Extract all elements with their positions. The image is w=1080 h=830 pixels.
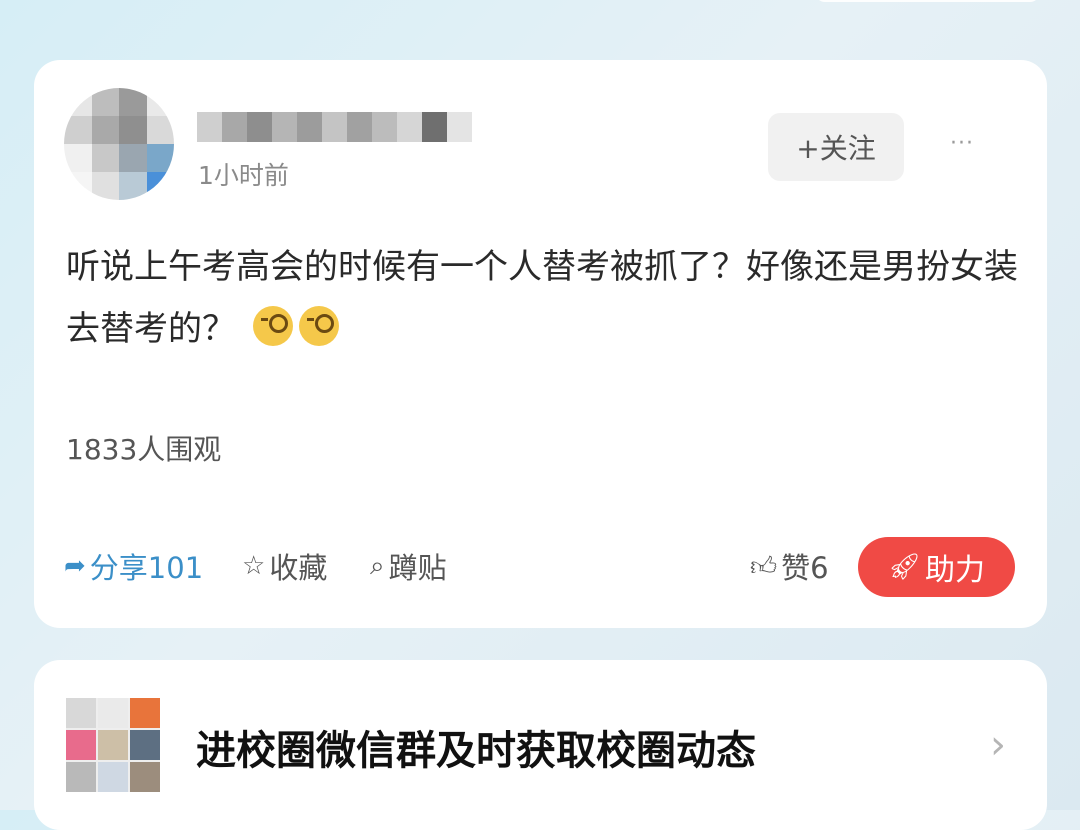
banner-title: 进校圈微信群及时获取校圈动态: [196, 728, 756, 774]
monocle-face-icon: [298, 306, 339, 346]
follow-button[interactable]: +关注: [768, 113, 904, 181]
share-label: 分享101: [89, 551, 204, 585]
rocket-icon: 🚀︎: [887, 552, 921, 582]
share-button[interactable]: ➦ 分享101: [64, 545, 203, 587]
favorite-label: 收藏: [269, 551, 328, 585]
squat-icon: ⌕: [370, 550, 385, 581]
avatar[interactable]: [64, 88, 174, 200]
view-count: 1833人围观: [66, 433, 222, 466]
thumbs-up-icon: 👍︎: [750, 551, 778, 582]
share-arrow-icon: ➦: [64, 551, 86, 581]
chevron-right-icon: ›: [990, 722, 1006, 768]
username-blurred[interactable]: [197, 112, 472, 142]
squat-button[interactable]: ⌕ 蹲贴: [370, 545, 447, 587]
boost-button[interactable]: 🚀︎ 助力: [858, 537, 1015, 597]
boost-label: 助力: [925, 553, 985, 588]
post-body: 听说上午考高会的时候有一个人替考被抓了？好像还是男扮女装去替考的？: [66, 236, 1026, 360]
post-timestamp: 1小时前: [198, 161, 289, 190]
favorite-button[interactable]: ☆ 收藏: [242, 545, 327, 587]
star-icon: ☆: [242, 551, 266, 581]
top-card-edge: [815, 0, 1040, 2]
post-text: 听说上午考高会的时候有一个人替考被抓了？好像还是男扮女装去替考的？: [66, 247, 1018, 349]
squat-label: 蹲贴: [388, 551, 447, 585]
more-options-icon[interactable]: ···: [950, 131, 974, 156]
monocle-face-icon: [252, 306, 293, 346]
group-avatar-grid: [66, 698, 160, 792]
like-label: 赞6: [781, 551, 829, 585]
like-button[interactable]: 👍︎ 赞6: [750, 545, 829, 587]
